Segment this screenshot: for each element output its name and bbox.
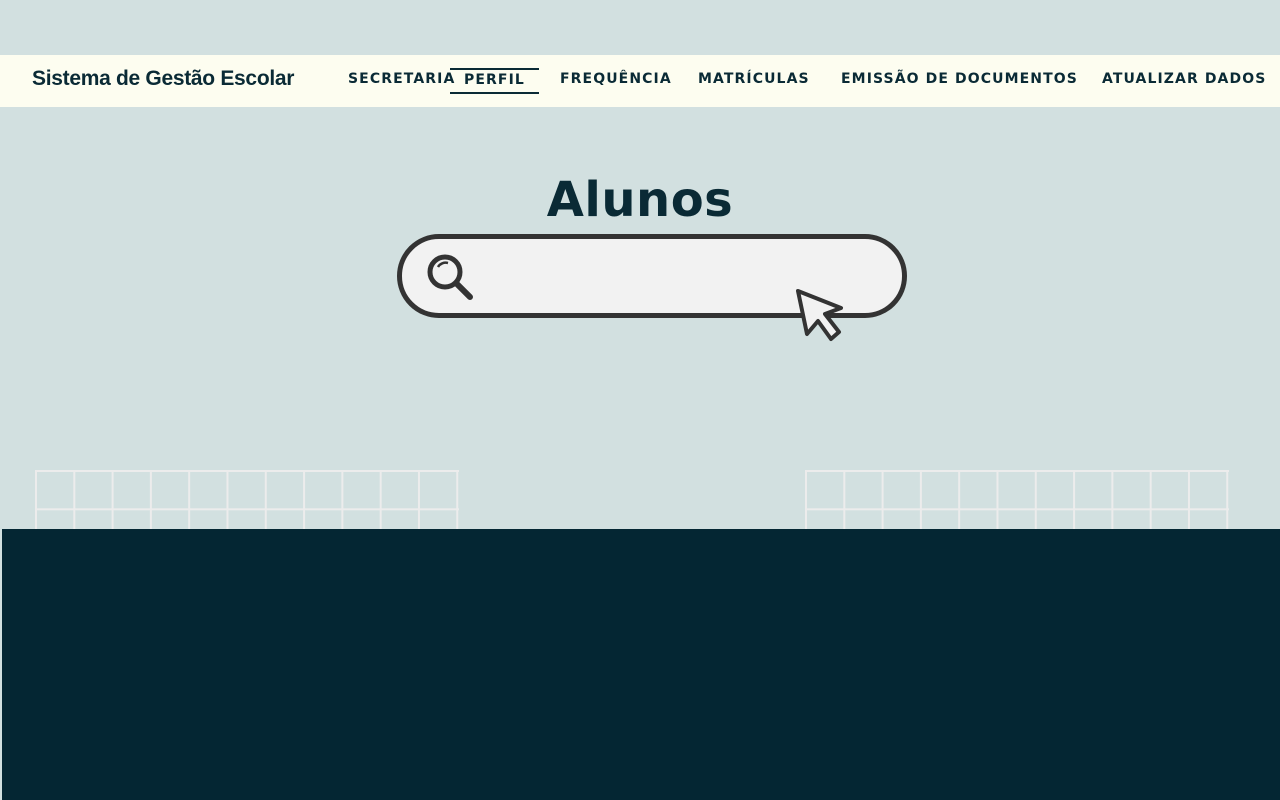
nav-item-matriculas[interactable]: MATRÍCULAS (698, 71, 810, 87)
nav-item-atualizar-dados[interactable]: ATUALIZAR DADOS (1102, 71, 1266, 87)
nav-item-perfil[interactable]: PERFIL (450, 68, 539, 94)
search-input[interactable] (486, 253, 786, 299)
decorative-grid-right (805, 470, 1229, 530)
search-icon (427, 254, 473, 300)
app-title: Sistema de Gestão Escolar (32, 67, 295, 90)
nav-item-frequencia[interactable]: FREQUÊNCIA (560, 71, 672, 87)
cursor-icon (796, 289, 843, 341)
page-heading: Alunos (546, 172, 734, 228)
nav-item-secretaria[interactable]: SECRETARIA (348, 71, 455, 87)
nav-item-emissao-de-documentos[interactable]: EMISSÃO DE DOCUMENTOS (841, 71, 1078, 87)
top-navbar: Sistema de Gestão Escolar SECRETARIA PER… (0, 55, 1280, 107)
page: Sistema de Gestão Escolar SECRETARIA PER… (0, 0, 1280, 800)
decorative-grid-left (35, 470, 459, 530)
footer-panel (2, 529, 1280, 800)
